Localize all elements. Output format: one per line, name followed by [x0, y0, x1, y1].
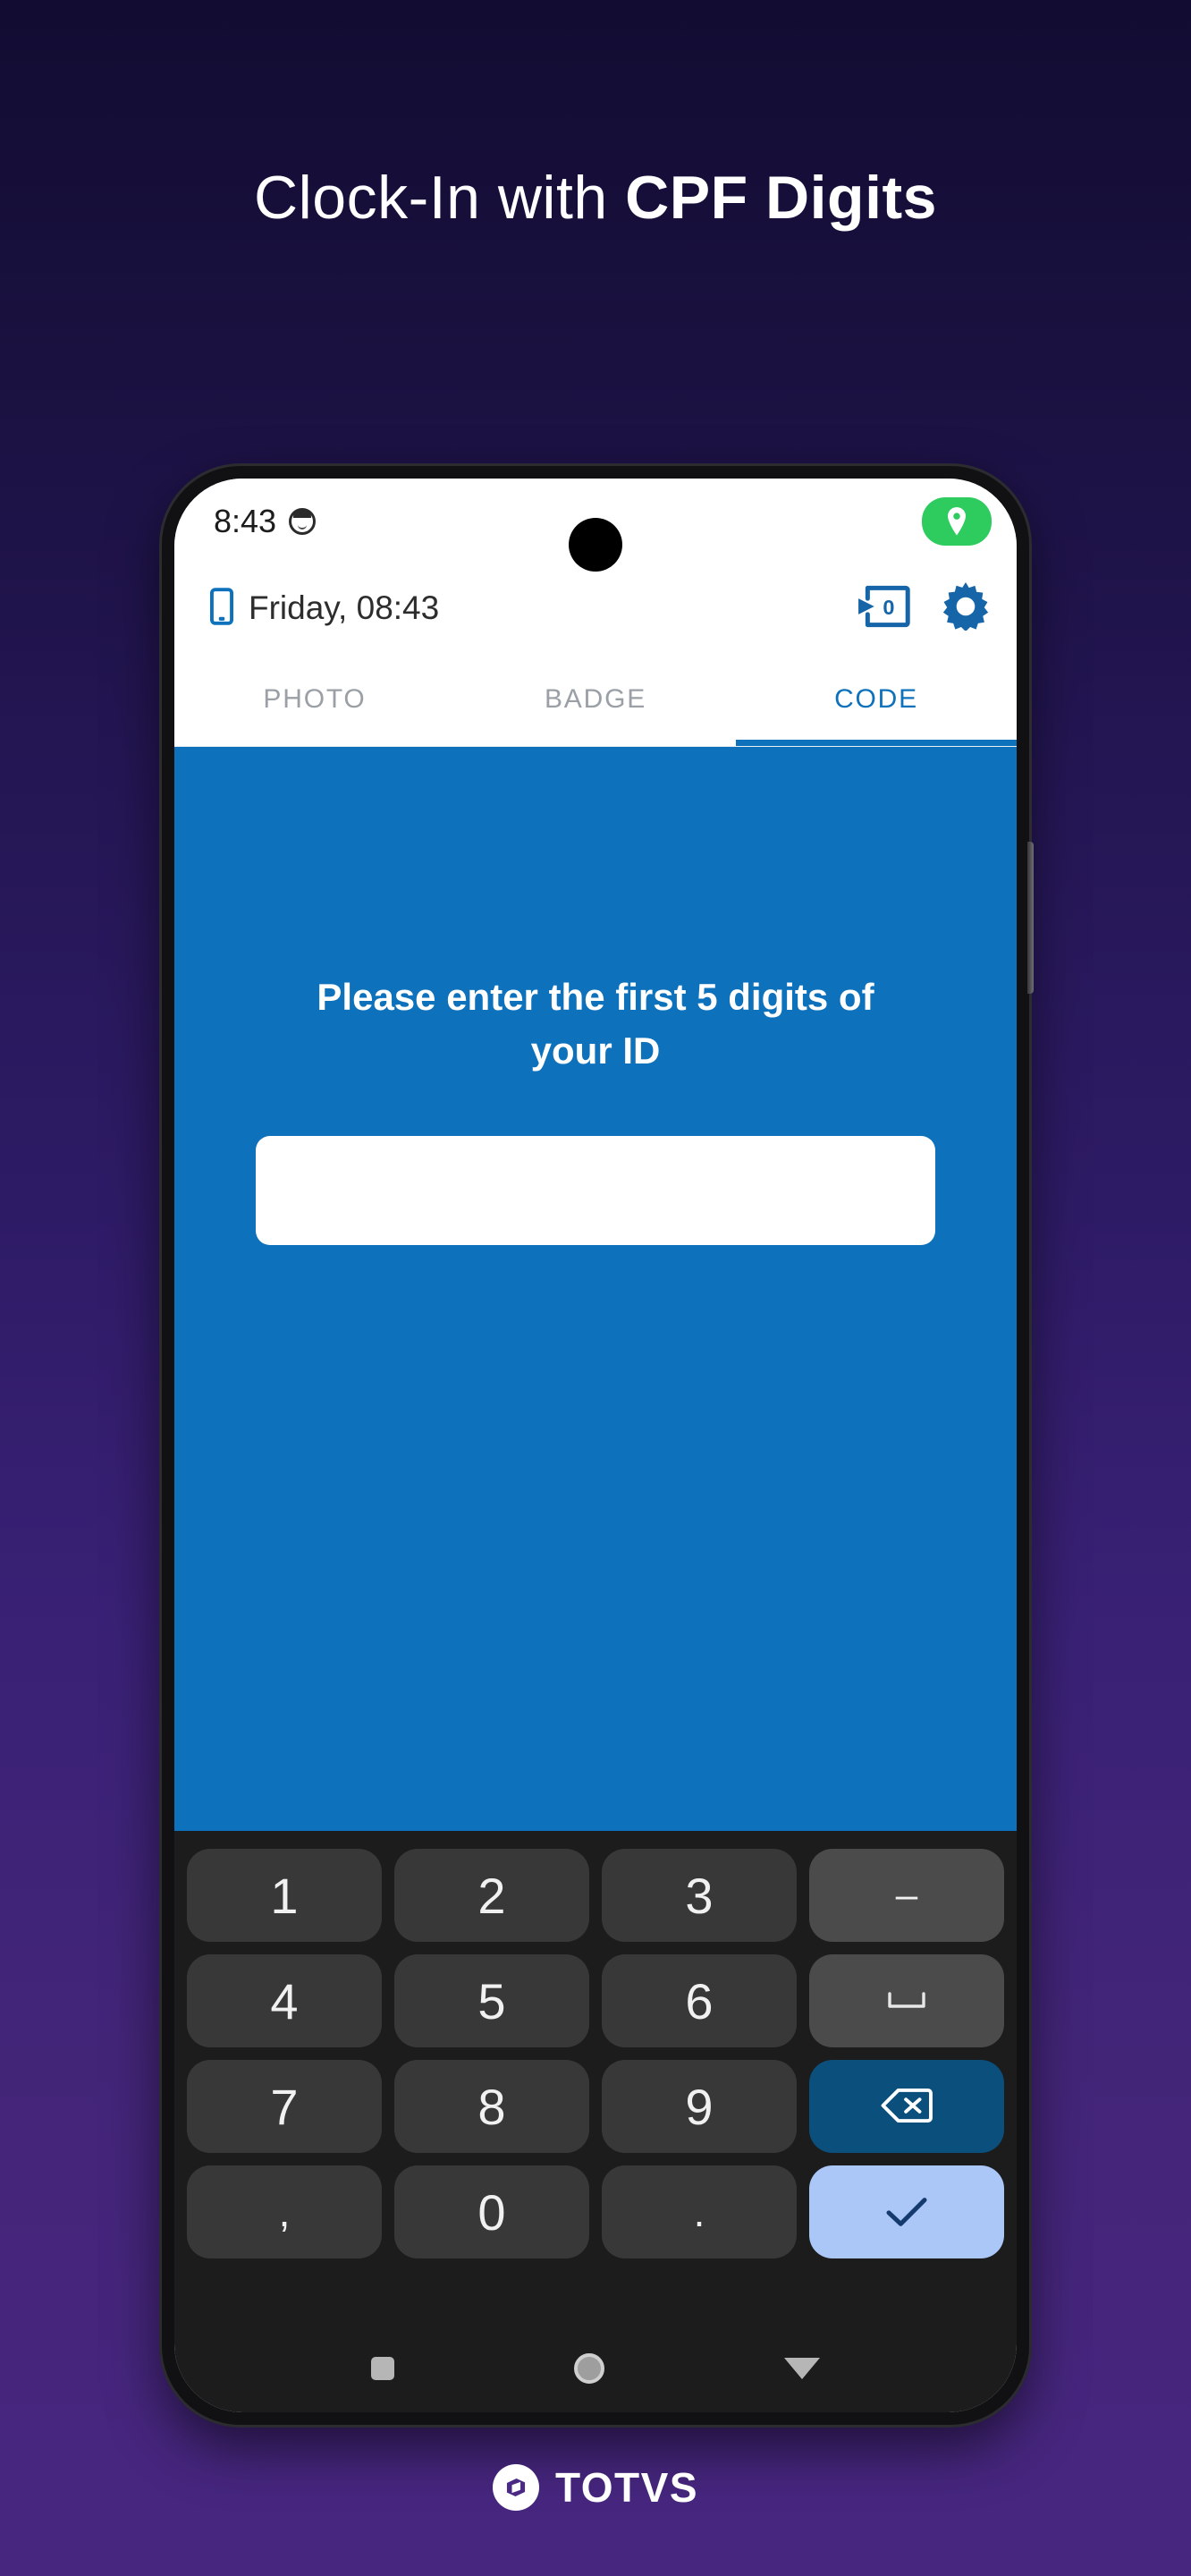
numeric-keyboard: 1 2 3 – 4 5 6 7 8 9 , 0 .: [174, 1831, 1017, 2325]
brand-name: TOTVS: [554, 2464, 698, 2511]
backspace-icon: [881, 2078, 933, 2136]
location-pin-icon[interactable]: [922, 496, 992, 546]
key-9[interactable]: 9: [602, 2060, 797, 2153]
checkmark-icon: [883, 2183, 930, 2241]
key-backspace[interactable]: [809, 2060, 1004, 2153]
pending-records-icon[interactable]: 0: [856, 584, 911, 633]
square-recents-icon[interactable]: [371, 2357, 395, 2380]
key-dash[interactable]: –: [809, 1849, 1004, 1942]
status-bar-left: 8:43: [214, 502, 317, 540]
phone-mockup: 8:43 Friday, 08:43 0 PHOTO BADGE CODE Pl…: [162, 466, 1034, 2425]
app-header: Friday, 08:43 0: [174, 564, 1017, 653]
key-enter[interactable]: [809, 2165, 1004, 2258]
gear-icon[interactable]: [942, 581, 990, 635]
key-4[interactable]: 4: [187, 1954, 382, 2047]
android-nav-bar: [174, 2325, 1017, 2412]
key-8[interactable]: 8: [394, 2060, 589, 2153]
code-input[interactable]: [256, 1136, 935, 1246]
app-header-left: Friday, 08:43: [210, 587, 440, 630]
page-title: Clock-In with CPF Digits: [0, 163, 1191, 233]
face-icon: [289, 507, 317, 535]
key-1[interactable]: 1: [187, 1849, 382, 1942]
keyboard-row: 7 8 9: [187, 2060, 1004, 2153]
front-camera-punch-hole: [569, 518, 622, 572]
tab-code[interactable]: CODE: [736, 653, 1017, 746]
keyboard-row: 4 5 6: [187, 1954, 1004, 2047]
keyboard-row: 1 2 3 –: [187, 1849, 1004, 1942]
phone-screen: 8:43 Friday, 08:43 0 PHOTO BADGE CODE Pl…: [174, 479, 1017, 2412]
tab-badge[interactable]: BADGE: [455, 653, 736, 746]
pending-records-badge: 0: [883, 595, 894, 618]
status-bar-clock: 8:43: [214, 502, 277, 539]
page-title-bold: CPF Digits: [625, 164, 937, 232]
key-0[interactable]: 0: [394, 2165, 589, 2258]
mobile-phone-icon: [210, 587, 233, 630]
triangle-down-back-icon[interactable]: [783, 2358, 820, 2379]
app-header-date: Friday, 08:43: [249, 589, 440, 626]
code-entry-panel: Please enter the first 5 digits of your …: [174, 747, 1017, 1831]
tab-photo[interactable]: PHOTO: [174, 653, 455, 746]
key-period[interactable]: .: [602, 2165, 797, 2258]
circle-home-icon[interactable]: [573, 2353, 604, 2384]
page-title-light: Clock-In with: [254, 164, 626, 232]
keyboard-row: , 0 .: [187, 2165, 1004, 2258]
tab-bar: PHOTO BADGE CODE: [174, 653, 1017, 747]
phone-side-button[interactable]: [1027, 842, 1034, 994]
key-3[interactable]: 3: [602, 1849, 797, 1942]
key-7[interactable]: 7: [187, 2060, 382, 2153]
key-6[interactable]: 6: [602, 1954, 797, 2047]
app-header-actions: 0: [856, 581, 990, 635]
code-entry-prompt: Please enter the first 5 digits of your …: [317, 976, 874, 1072]
totvs-logo-icon: [492, 2464, 539, 2511]
key-comma[interactable]: ,: [187, 2165, 382, 2258]
key-2[interactable]: 2: [394, 1849, 589, 1942]
brand-footer: TOTVS: [0, 2463, 1191, 2512]
key-5[interactable]: 5: [394, 1954, 589, 2047]
key-space[interactable]: [809, 1954, 1004, 2047]
